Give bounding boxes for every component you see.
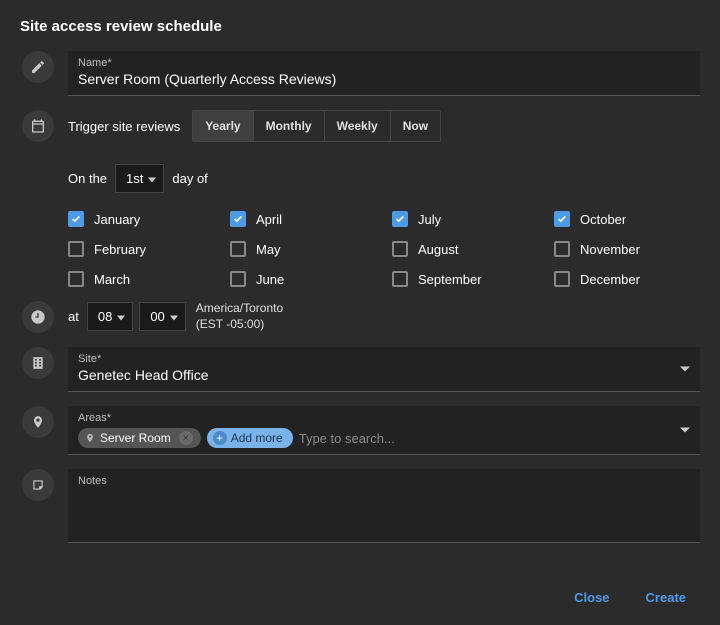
pencil-icon (22, 51, 54, 83)
add-more-button[interactable]: + Add more (207, 428, 293, 448)
chip-label: Server Room (100, 431, 171, 445)
month-label: January (94, 212, 140, 227)
notes-input[interactable] (78, 487, 690, 535)
month-february[interactable]: February (68, 241, 214, 257)
checkbox-icon (392, 211, 408, 227)
close-button[interactable]: Close (560, 582, 623, 613)
site-value: Genetec Head Office (78, 365, 690, 383)
checkbox-icon (554, 271, 570, 287)
month-label: May (256, 242, 281, 257)
dialog-title: Site access review schedule (20, 18, 700, 35)
month-july[interactable]: July (392, 211, 538, 227)
month-april[interactable]: April (230, 211, 376, 227)
day-select[interactable]: 1st (115, 164, 164, 193)
clock-icon (22, 301, 54, 333)
month-march[interactable]: March (68, 271, 214, 287)
calendar-icon (22, 110, 54, 142)
chevron-down-icon (680, 428, 690, 433)
frequency-weekly[interactable]: Weekly (325, 111, 391, 141)
pin-icon (22, 406, 54, 438)
minute-select[interactable]: 00 (139, 302, 185, 331)
frequency-selector[interactable]: YearlyMonthlyWeeklyNow (192, 110, 441, 142)
month-october[interactable]: October (554, 211, 700, 227)
notes-label: Notes (78, 475, 690, 487)
frequency-monthly[interactable]: Monthly (254, 111, 325, 141)
name-label: Name* (78, 57, 690, 69)
name-field[interactable]: Name* (68, 51, 700, 96)
notes-field[interactable]: Notes (68, 469, 700, 543)
checkbox-icon (554, 211, 570, 227)
checkbox-icon (68, 241, 84, 257)
chevron-down-icon (680, 367, 690, 372)
building-icon (22, 347, 54, 379)
frequency-now[interactable]: Now (391, 111, 440, 141)
name-input[interactable] (78, 69, 690, 87)
checkbox-icon (230, 241, 246, 257)
month-label: December (580, 272, 640, 287)
month-september[interactable]: September (392, 271, 538, 287)
site-label: Site* (78, 353, 690, 365)
month-august[interactable]: August (392, 241, 538, 257)
areas-search-input[interactable] (299, 431, 690, 446)
month-november[interactable]: November (554, 241, 700, 257)
plus-icon: + (213, 431, 227, 445)
checkbox-icon (230, 211, 246, 227)
trigger-label: Trigger site reviews (68, 119, 180, 134)
at-label: at (68, 309, 79, 324)
area-chip[interactable]: Server Room × (78, 428, 201, 448)
month-label: February (94, 242, 146, 257)
checkbox-icon (68, 211, 84, 227)
checkbox-icon (68, 271, 84, 287)
timezone-label: America/Toronto (EST -05:00) (196, 301, 283, 332)
month-label: April (256, 212, 282, 227)
checkbox-icon (230, 271, 246, 287)
site-select[interactable]: Site* Genetec Head Office (68, 347, 700, 392)
checkbox-icon (554, 241, 570, 257)
month-june[interactable]: June (230, 271, 376, 287)
areas-field[interactable]: Areas* Server Room × + Add more (68, 406, 700, 455)
month-label: September (418, 272, 482, 287)
month-label: November (580, 242, 640, 257)
month-december[interactable]: December (554, 271, 700, 287)
month-label: July (418, 212, 441, 227)
checkbox-icon (392, 271, 408, 287)
pin-icon (84, 432, 96, 444)
hour-select[interactable]: 08 (87, 302, 133, 331)
month-label: October (580, 212, 626, 227)
areas-label: Areas* (78, 412, 690, 424)
note-icon (22, 469, 54, 501)
month-label: August (418, 242, 458, 257)
frequency-yearly[interactable]: Yearly (193, 111, 253, 141)
on-the-label: On the (68, 171, 107, 186)
month-label: March (94, 272, 130, 287)
checkbox-icon (392, 241, 408, 257)
day-of-label: day of (172, 171, 207, 186)
month-may[interactable]: May (230, 241, 376, 257)
month-january[interactable]: January (68, 211, 214, 227)
create-button[interactable]: Create (632, 582, 700, 613)
month-label: June (256, 272, 284, 287)
remove-chip-button[interactable]: × (179, 431, 193, 445)
